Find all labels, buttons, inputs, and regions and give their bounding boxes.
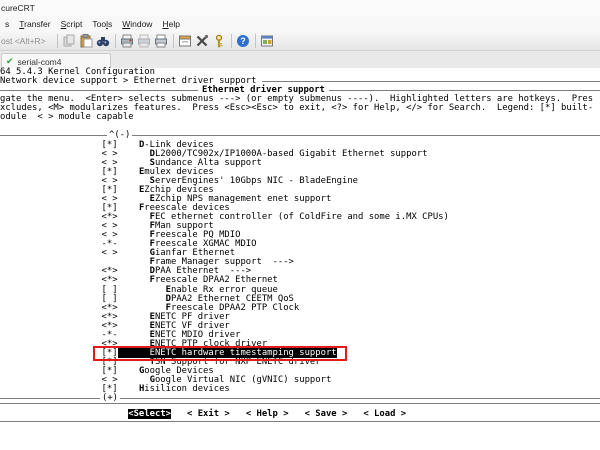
help-text-line: odule < > module capable	[0, 113, 600, 122]
global-options-icon[interactable]	[194, 33, 211, 49]
session-manager-icon[interactable]	[259, 33, 276, 49]
printer-alt-icon[interactable]	[153, 33, 170, 49]
scroll-down-indicator: (+)	[100, 394, 120, 403]
dialog-button-bar: <Select> < Exit > < Help > < Save > < Lo…	[0, 407, 600, 421]
menu-item-help[interactable]: Help	[157, 19, 184, 29]
toolbar-separator	[173, 34, 174, 48]
menu-item-options-partial[interactable]: s	[0, 19, 14, 29]
border-line	[0, 90, 198, 91]
border-line	[132, 135, 600, 136]
window-titlebar[interactable]: cureCRT	[0, 0, 600, 16]
connected-check-icon: ✔	[6, 57, 14, 66]
config-item[interactable]: [*] Hisilicon devices	[0, 385, 600, 394]
help-icon[interactable]: ?	[235, 33, 252, 49]
toolbar-separator	[115, 34, 116, 48]
button-save[interactable]: < Save >	[305, 409, 348, 419]
menu-item-tools[interactable]: Tools	[87, 19, 117, 29]
copy-icon[interactable]	[61, 33, 78, 49]
border-line	[0, 135, 107, 136]
toolbar-separator	[231, 34, 232, 48]
menu-bar: sTransferScriptToolsWindowHelp	[0, 16, 600, 32]
button-select[interactable]: <Select>	[128, 409, 171, 419]
button-exit[interactable]: < Exit >	[187, 409, 230, 419]
dialog-bottom-border	[0, 421, 600, 423]
toolbar-separator	[57, 34, 58, 48]
window-title: cureCRT	[1, 3, 35, 13]
session-options-icon[interactable]	[177, 33, 194, 49]
border-line	[329, 90, 600, 91]
border-line	[0, 398, 100, 399]
menu-item-window[interactable]: Window	[117, 19, 157, 29]
tab-label: serial-com4	[18, 57, 62, 67]
print-faded-icon[interactable]	[136, 33, 153, 49]
toolbar: ost <Alt+R> ?	[0, 32, 600, 50]
list-bottom-border: (+)	[0, 394, 600, 403]
button-help[interactable]: < Help >	[246, 409, 289, 419]
menu-item-script[interactable]: Script	[56, 19, 88, 29]
quick-connect-host-field[interactable]: ost <Alt+R>	[0, 36, 54, 46]
key-icon[interactable]	[211, 33, 228, 49]
find-icon[interactable]	[95, 33, 112, 49]
svg-text:?: ?	[240, 36, 246, 46]
paste-icon[interactable]	[78, 33, 95, 49]
blank-line	[0, 122, 600, 131]
toolbar-separator	[255, 34, 256, 48]
border-line	[120, 398, 600, 399]
border-line	[262, 81, 600, 82]
print-icon[interactable]	[119, 33, 136, 49]
button-load[interactable]: < Load >	[363, 409, 406, 419]
terminal-screen[interactable]: 64 5.4.3 Kernel ConfigurationNetwork dev…	[0, 68, 600, 450]
menu-item-transfer[interactable]: Transfer	[14, 19, 55, 29]
